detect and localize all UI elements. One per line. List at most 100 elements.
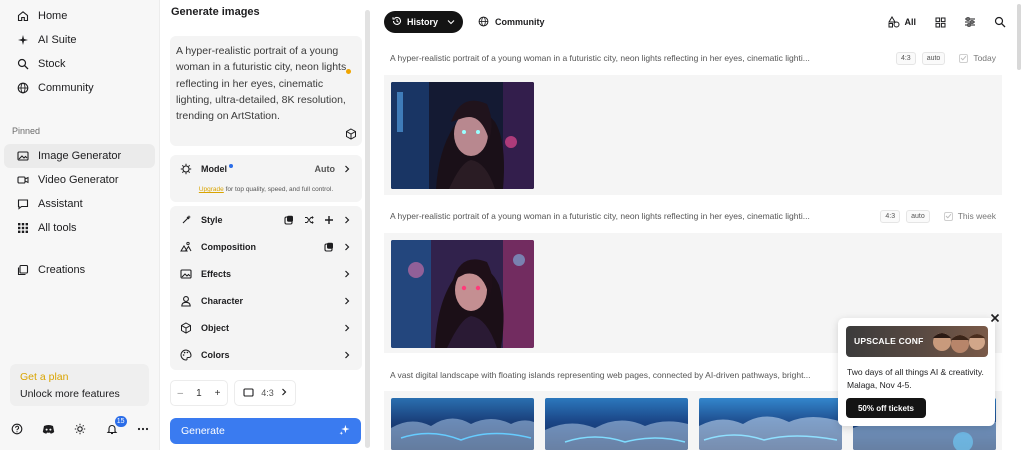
prompt-text[interactable]: A hyper-realistic portrait of a young wo… [176,45,346,122]
left-sidebar: Home AI Suite Stock Community Pinned Ima… [0,0,160,450]
nav-item-creations[interactable]: Creations [4,258,155,282]
nav-item-community[interactable]: Community [4,76,155,100]
generated-image[interactable] [391,82,534,189]
mode-tag: auto [921,51,946,65]
ratio-tag: 4:3 [880,209,901,223]
feed-scrollbar[interactable] [1017,4,1021,70]
grid-view-icon[interactable] [934,16,946,28]
ratio-tag: 4:3 [895,51,916,65]
help-icon[interactable] [10,422,24,436]
cube-icon[interactable] [345,128,357,140]
chevron-right-icon [344,351,352,359]
model-section: Model Auto Upgrade for top quality, spee… [170,155,362,202]
style-icon [180,214,192,226]
model-row[interactable]: Model Auto [170,157,362,181]
history-label: History [407,17,439,27]
promo-banner[interactable]: UPSCALE CONF [846,326,988,357]
option-row-style[interactable]: Style [170,208,362,232]
aspect-ratio-select[interactable]: 4:3 [234,380,296,406]
prompt-textarea[interactable]: A hyper-realistic portrait of a young wo… [170,36,362,146]
sliders-icon[interactable] [964,16,976,28]
style-preset-icon[interactable] [284,215,294,225]
nav-label: Stock [38,58,66,70]
get-plan-link[interactable]: Get a plan [20,371,139,383]
history-tab[interactable]: History [384,11,463,33]
select-checkbox[interactable] [959,53,969,63]
promo-tickets-button[interactable]: 50% off tickets [846,398,926,418]
add-icon[interactable] [324,215,334,225]
nav-label: Home [38,10,68,22]
upgrade-note: Upgrade for top quality, speed, and full… [170,186,362,193]
chevron-down-icon [447,17,455,27]
generated-image[interactable] [391,240,534,348]
nav-item-home[interactable]: Home [4,4,155,28]
select-checkbox[interactable] [943,211,953,221]
option-row-character[interactable]: Character [170,289,362,313]
creations-nav: Creations [0,258,159,282]
composition-icon [180,241,192,253]
generation-date: Today [973,53,996,63]
nav-label: Community [38,82,94,94]
get-plan-card[interactable]: Get a plan Unlock more features [10,364,149,406]
option-row-object[interactable]: Object [170,316,362,340]
nav-label: Creations [38,264,86,276]
option-label: Colors [201,350,230,360]
model-value: Auto [314,164,336,174]
generation-date: This week [957,211,996,221]
nav-item-all-tools[interactable]: All tools [4,216,155,240]
option-label: Style [201,215,223,225]
search-icon [16,57,30,71]
shuffle-icon[interactable] [304,215,314,225]
globe-icon [478,16,489,29]
upgrade-link[interactable]: Upgrade [199,186,224,193]
nav-item-stock[interactable]: Stock [4,52,155,76]
more-icon[interactable] [136,422,150,436]
option-label: Effects [201,269,232,279]
aspect-ratio-value: 4:3 [261,388,274,398]
video-icon [16,173,30,187]
shapes-icon [888,16,900,28]
filter-all[interactable]: All [888,16,916,28]
generation-header: A hyper-realistic portrait of a young wo… [384,48,1002,68]
close-icon[interactable] [988,311,1002,325]
panel-title: Generate images [171,6,260,18]
search-icon[interactable] [994,16,1006,28]
composition-preset-icon[interactable] [324,242,334,252]
pinned-nav: Image Generator Video Generator Assistan… [0,144,159,240]
nav-item-assistant[interactable]: Assistant [4,192,155,216]
option-row-colors[interactable]: Colors [170,343,362,367]
generated-image[interactable] [545,398,688,450]
bell-icon[interactable]: 15 [105,416,127,436]
generated-image[interactable] [699,398,842,450]
chat-icon [16,197,30,211]
nav-item-ai-suite[interactable]: AI Suite [4,28,155,52]
generate-button[interactable]: Generate [170,418,361,444]
feed-toolbar: History Community All [376,0,1024,44]
increment-button[interactable]: + [215,388,221,399]
generate-panel: Generate images A hyper-realistic portra… [160,0,372,450]
chevron-right-icon [344,324,352,332]
options-section: Style Composition Effects Character Obje… [170,206,362,370]
layers-icon [16,263,30,277]
palette-icon [180,349,192,361]
filter-all-label: All [904,17,916,27]
discord-icon[interactable] [42,422,56,436]
sun-icon[interactable] [73,422,87,436]
effects-icon [180,268,192,280]
decrement-button[interactable]: – [178,388,184,399]
panel-scrollbar[interactable] [365,10,370,448]
option-row-effects[interactable]: Effects [170,262,362,286]
sparkles-icon [339,424,350,438]
generation-prompt[interactable]: A hyper-realistic portrait of a young wo… [384,211,874,221]
grid-icon [16,221,30,235]
prompt-status-dot [346,69,351,74]
chevron-right-icon [344,243,352,251]
nav-item-image-generator[interactable]: Image Generator [4,144,155,168]
nav-label: Assistant [38,198,83,210]
mode-tag: auto [906,209,930,223]
nav-item-video-generator[interactable]: Video Generator [4,168,155,192]
option-row-composition[interactable]: Composition [170,235,362,259]
generation-prompt[interactable]: A hyper-realistic portrait of a young wo… [384,53,890,63]
community-tab[interactable]: Community [478,11,545,33]
generated-image[interactable] [391,398,534,450]
